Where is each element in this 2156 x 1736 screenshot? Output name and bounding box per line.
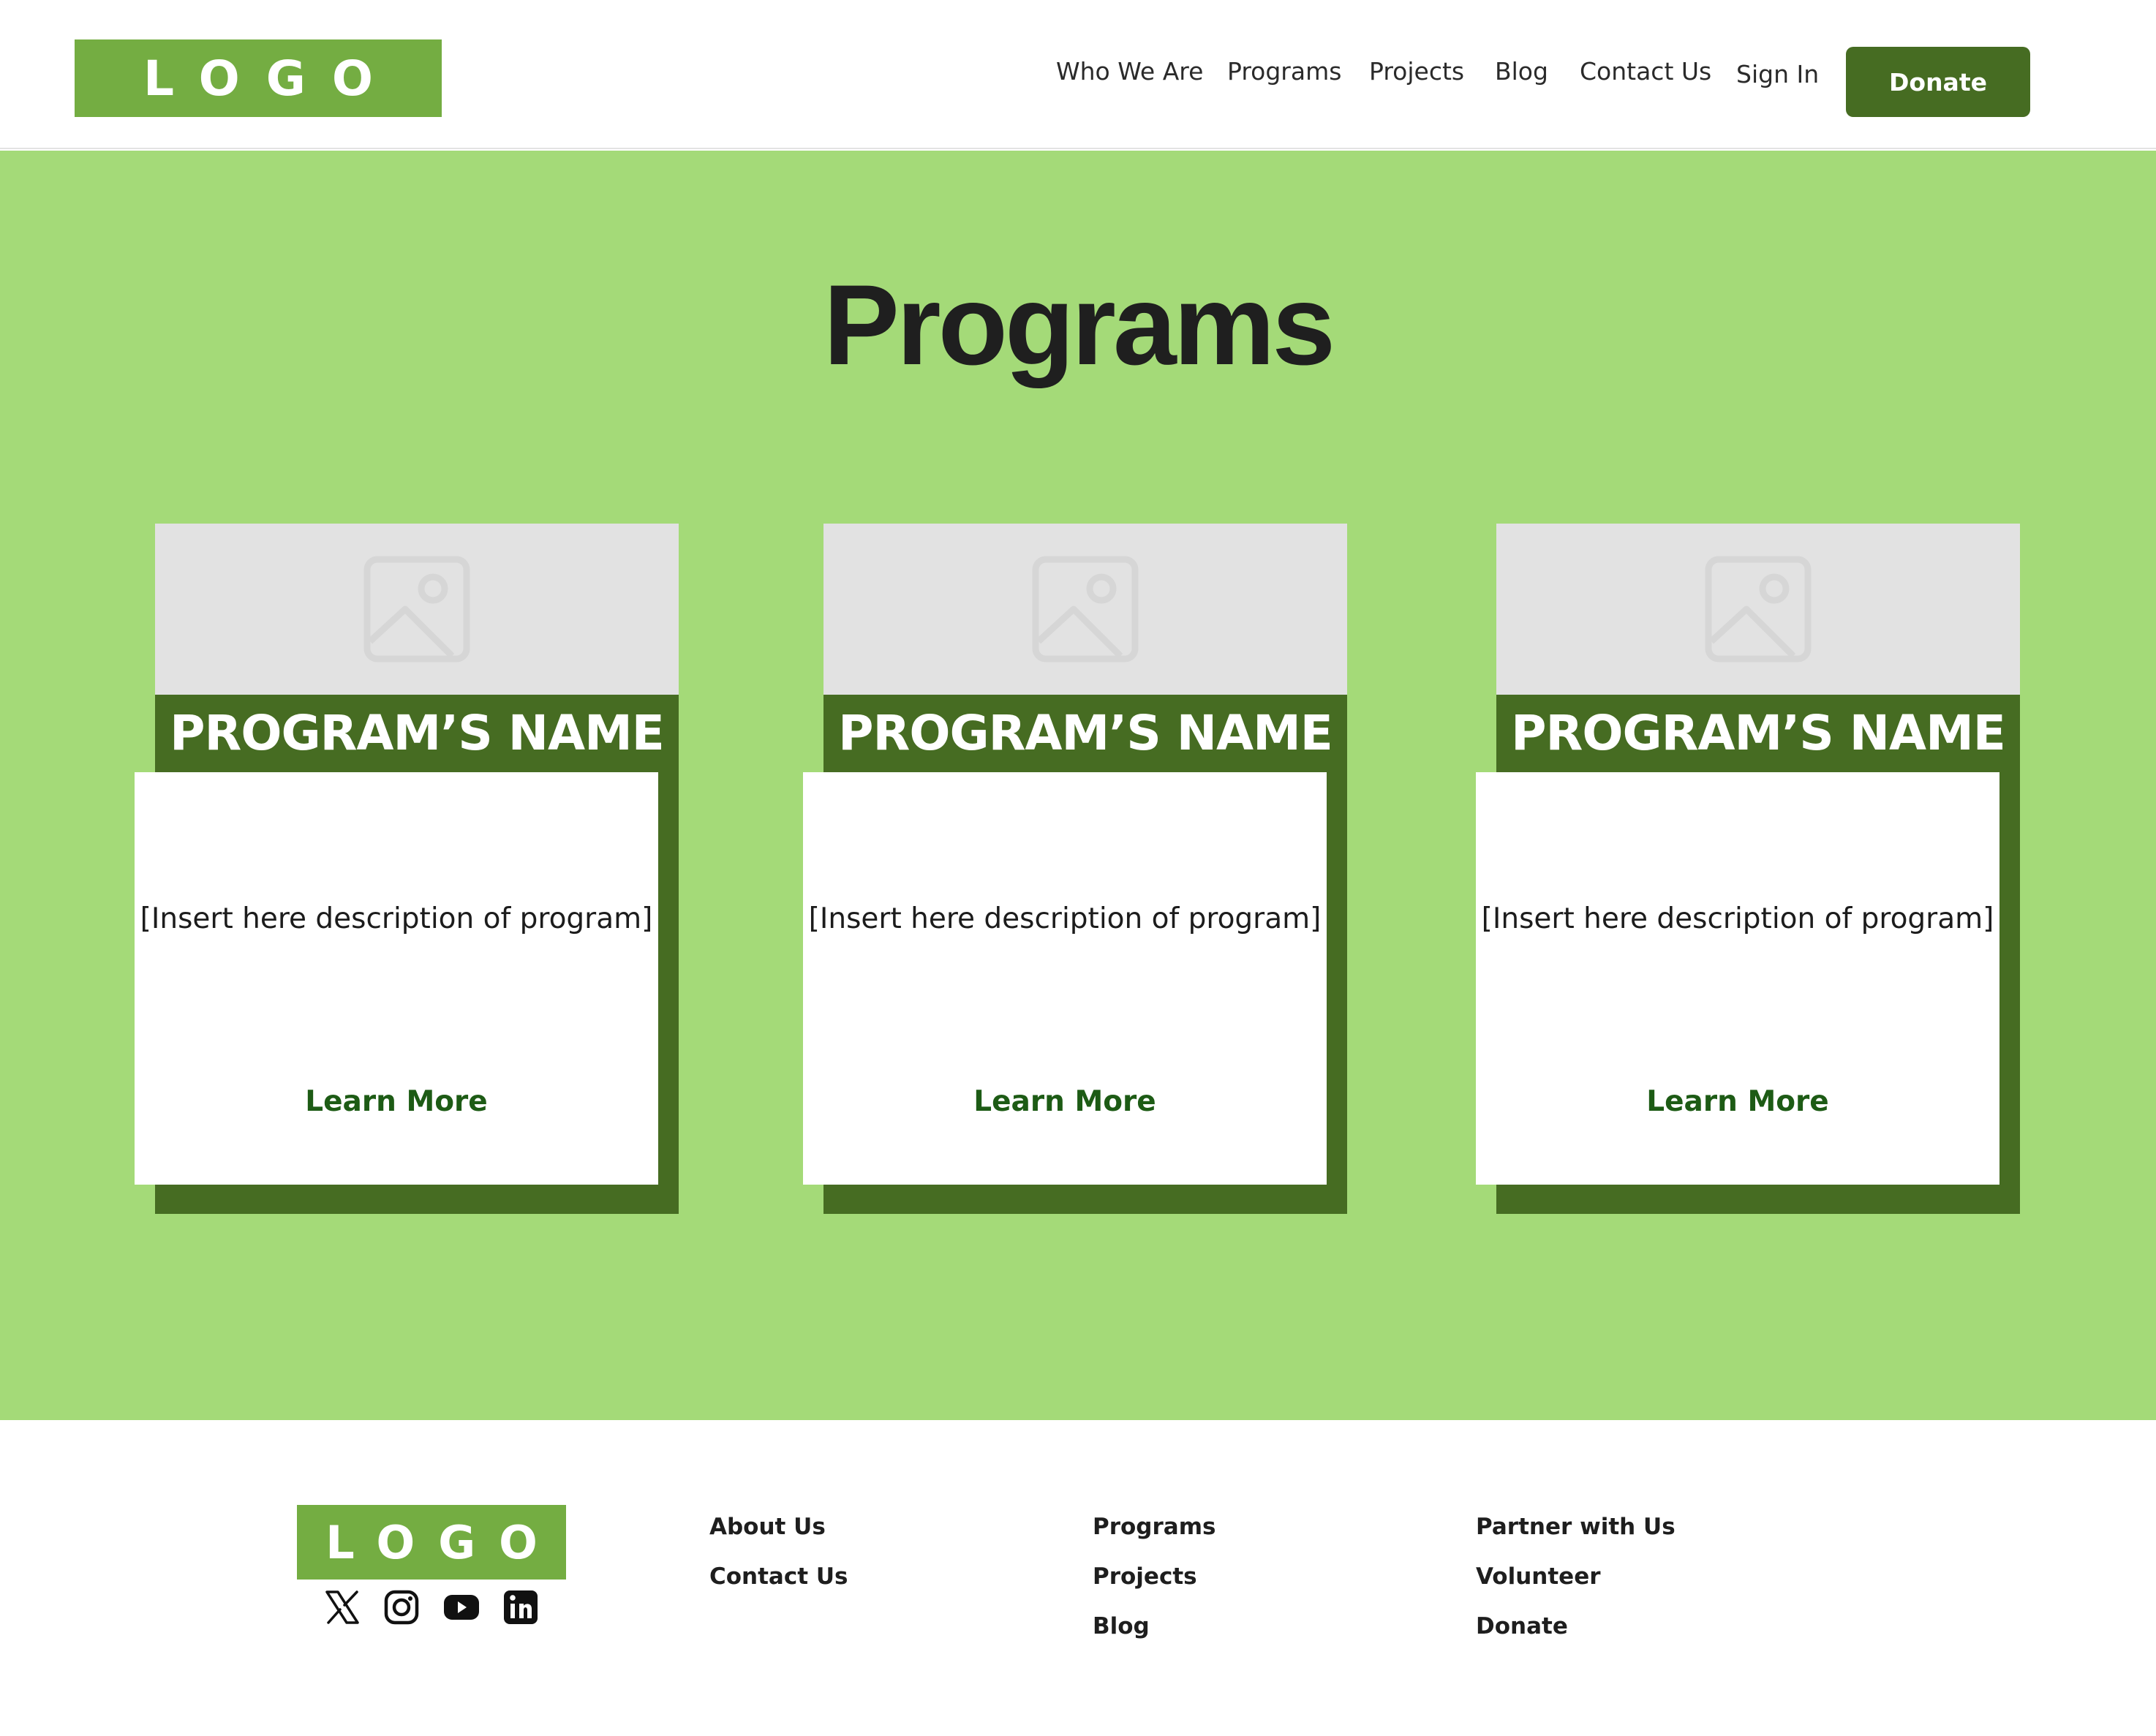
page-title: Programs: [823, 262, 1335, 389]
donate-button[interactable]: Donate: [1846, 47, 2030, 117]
program-description: [Insert here description of program]: [140, 902, 653, 935]
footer-column-support: Partner with Us Volunteer Donate: [1476, 1512, 1676, 1661]
image-placeholder-icon: [363, 556, 470, 663]
footer-link-programs[interactable]: Programs: [1093, 1512, 1215, 1562]
nav-sign-in[interactable]: Sign In: [1736, 60, 1819, 88]
footer-logo-text: LOGO: [325, 1515, 561, 1569]
program-card: PROGRAM’S NAME [Insert here description …: [803, 524, 1347, 1214]
program-name: PROGRAM’S NAME: [1511, 705, 2006, 761]
program-card: PROGRAM’S NAME [Insert here description …: [135, 524, 679, 1214]
social-links: [322, 1585, 541, 1629]
program-description: [Insert here description of program]: [1481, 902, 1994, 935]
site-footer: LOGO About Us Contact Us Programs Projec…: [0, 1420, 2156, 1736]
footer-link-blog[interactable]: Blog: [1093, 1612, 1215, 1661]
x-icon[interactable]: [322, 1587, 363, 1628]
footer-link-partner-with-us[interactable]: Partner with Us: [1476, 1512, 1676, 1562]
programs-section: Programs PROGRAM’S NAME [Insert here des…: [0, 151, 2156, 1420]
footer-link-donate[interactable]: Donate: [1476, 1612, 1676, 1661]
nav-blog[interactable]: Blog: [1495, 57, 1548, 86]
header-logo[interactable]: LOGO: [75, 39, 442, 117]
learn-more-link[interactable]: Learn More: [803, 1085, 1327, 1118]
nav-programs[interactable]: Programs: [1227, 57, 1341, 86]
program-image: [1496, 524, 2020, 695]
nav-who-we-are[interactable]: Who We Are: [1056, 57, 1203, 86]
image-placeholder-icon: [1032, 556, 1139, 663]
footer-link-projects[interactable]: Projects: [1093, 1562, 1215, 1612]
nav-projects[interactable]: Projects: [1369, 57, 1464, 86]
program-name: PROGRAM’S NAME: [838, 705, 1333, 761]
program-image: [823, 524, 1347, 695]
header-logo-text: LOGO: [143, 50, 400, 107]
learn-more-link[interactable]: Learn More: [1476, 1085, 1999, 1118]
program-description: [Insert here description of program]: [808, 902, 1322, 935]
site-header: LOGO Who We Are Programs Projects Blog C…: [0, 0, 2156, 149]
learn-more-link[interactable]: Learn More: [135, 1085, 658, 1118]
program-name: PROGRAM’S NAME: [170, 705, 665, 761]
linkedin-icon[interactable]: [500, 1587, 541, 1628]
program-card-body: [Insert here description of program] Lea…: [135, 772, 658, 1185]
footer-link-contact-us[interactable]: Contact Us: [709, 1562, 848, 1612]
footer-column-about: About Us Contact Us: [709, 1512, 848, 1612]
program-image: [155, 524, 679, 695]
footer-link-volunteer[interactable]: Volunteer: [1476, 1562, 1676, 1612]
footer-logo[interactable]: LOGO: [297, 1505, 566, 1580]
program-card: PROGRAM’S NAME [Insert here description …: [1476, 524, 2020, 1214]
instagram-icon[interactable]: [381, 1587, 422, 1628]
program-card-body: [Insert here description of program] Lea…: [803, 772, 1327, 1185]
footer-link-about-us[interactable]: About Us: [709, 1512, 848, 1562]
youtube-icon[interactable]: [441, 1587, 482, 1628]
image-placeholder-icon: [1705, 556, 1812, 663]
program-card-body: [Insert here description of program] Lea…: [1476, 772, 1999, 1185]
footer-column-work: Programs Projects Blog: [1093, 1512, 1215, 1661]
nav-contact-us[interactable]: Contact Us: [1580, 57, 1711, 86]
